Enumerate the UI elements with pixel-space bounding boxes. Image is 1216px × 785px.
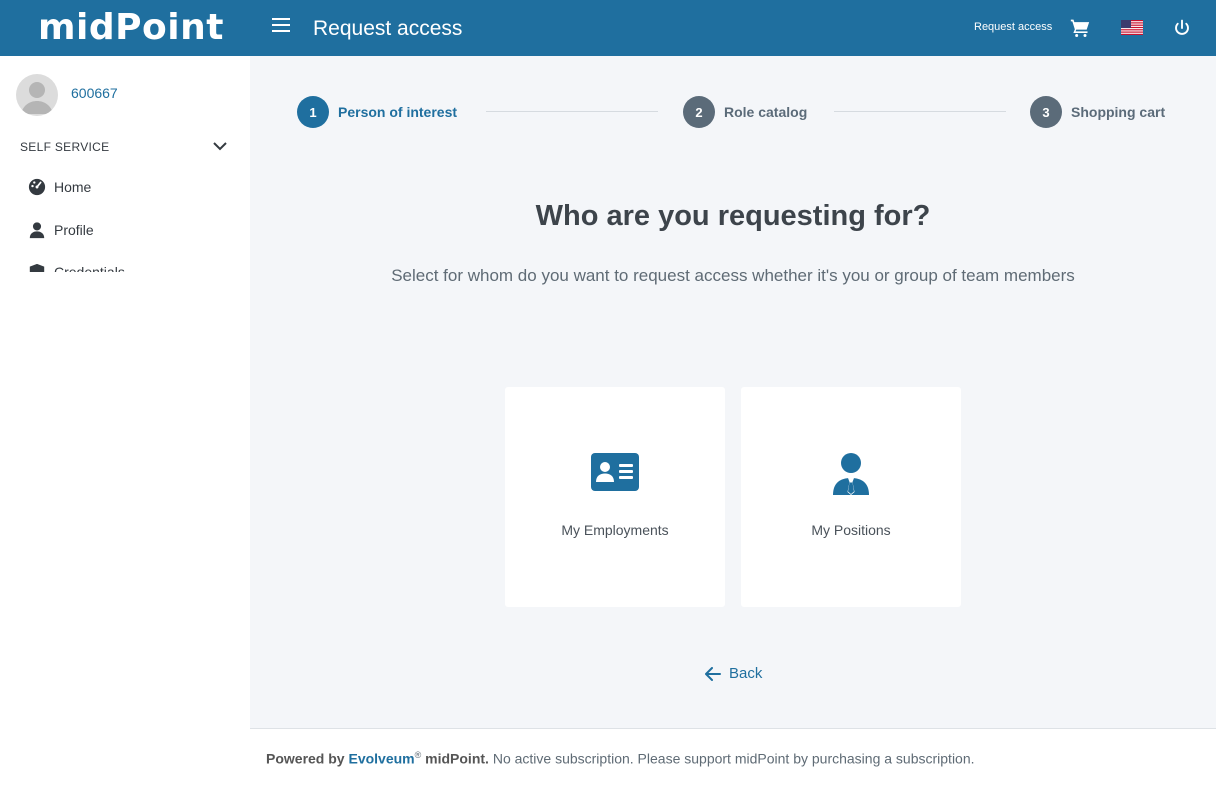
- power-icon[interactable]: [1173, 19, 1191, 37]
- step-shopping-cart[interactable]: 3 Shopping cart: [1030, 96, 1165, 128]
- tile-label: My Positions: [811, 522, 891, 538]
- sidebar: 600667 SELF SERVICE Home Profile Credent…: [0, 56, 250, 785]
- evolveum-link[interactable]: Evolveum: [348, 751, 414, 767]
- step-number: 2: [683, 96, 715, 128]
- step-label: Shopping cart: [1071, 104, 1166, 120]
- step-label: Role catalog: [724, 104, 808, 120]
- powered-by-label: Powered by: [266, 750, 345, 767]
- registered-mark: ®: [414, 750, 422, 760]
- menu-icon[interactable]: [272, 18, 290, 38]
- step-label: Person of interest: [338, 104, 458, 120]
- step-person-of-interest[interactable]: 1 Person of interest: [297, 96, 457, 128]
- shield-icon: [29, 264, 45, 272]
- midpoint-logo[interactable]: midPoint: [38, 6, 224, 50]
- sidebar-item-label: Credentials: [54, 264, 125, 272]
- back-button[interactable]: Back: [705, 665, 762, 682]
- step-role-catalog[interactable]: 2 Role catalog: [683, 96, 807, 128]
- step-connector: [834, 111, 1006, 112]
- my-employments-tile[interactable]: My Employments: [505, 387, 725, 607]
- top-navbar: midPoint Request access Request access: [0, 0, 1216, 56]
- footer: Powered by Evolveum® midPoint. No active…: [250, 728, 1216, 785]
- arrow-left-icon: [705, 666, 721, 681]
- sidebar-overflow-clip: Credentials: [0, 264, 250, 272]
- product-name: midPoint.: [425, 750, 489, 767]
- sidebar-item-label: Profile: [54, 222, 94, 238]
- user-tie-icon: [833, 453, 869, 495]
- subscription-message: No active subscription. Please support m…: [492, 750, 975, 767]
- cart-icon[interactable]: [1070, 18, 1090, 38]
- my-positions-tile[interactable]: My Positions: [741, 387, 961, 607]
- sidebar-item-home[interactable]: Home: [28, 176, 91, 198]
- step-number: 1: [297, 96, 329, 128]
- us-flag-icon[interactable]: [1121, 20, 1143, 35]
- back-label: Back: [729, 665, 763, 682]
- page-title: Request access: [313, 17, 463, 40]
- main-subheading: Select for whom do you want to request a…: [391, 266, 1075, 285]
- tile-label: My Employments: [561, 522, 669, 538]
- sidebar-item-label: Home: [54, 179, 92, 195]
- main-heading: Who are you requesting for?: [535, 200, 931, 232]
- username-link[interactable]: 600667: [71, 85, 118, 101]
- dashboard-icon: [28, 178, 46, 196]
- user-icon: [29, 222, 45, 239]
- self-service-section-label: SELF SERVICE: [20, 140, 110, 154]
- chevron-down-icon[interactable]: [213, 141, 227, 151]
- sidebar-item-profile[interactable]: Profile: [28, 219, 94, 241]
- sidebar-item-credentials[interactable]: Credentials: [28, 264, 125, 272]
- id-card-icon: [591, 453, 639, 491]
- step-number: 3: [1030, 96, 1062, 128]
- request-access-link[interactable]: Request access: [974, 20, 1052, 34]
- avatar[interactable]: [16, 74, 58, 116]
- step-connector: [486, 111, 658, 112]
- footer-text: Powered by Evolveum® midPoint. No active…: [266, 750, 975, 767]
